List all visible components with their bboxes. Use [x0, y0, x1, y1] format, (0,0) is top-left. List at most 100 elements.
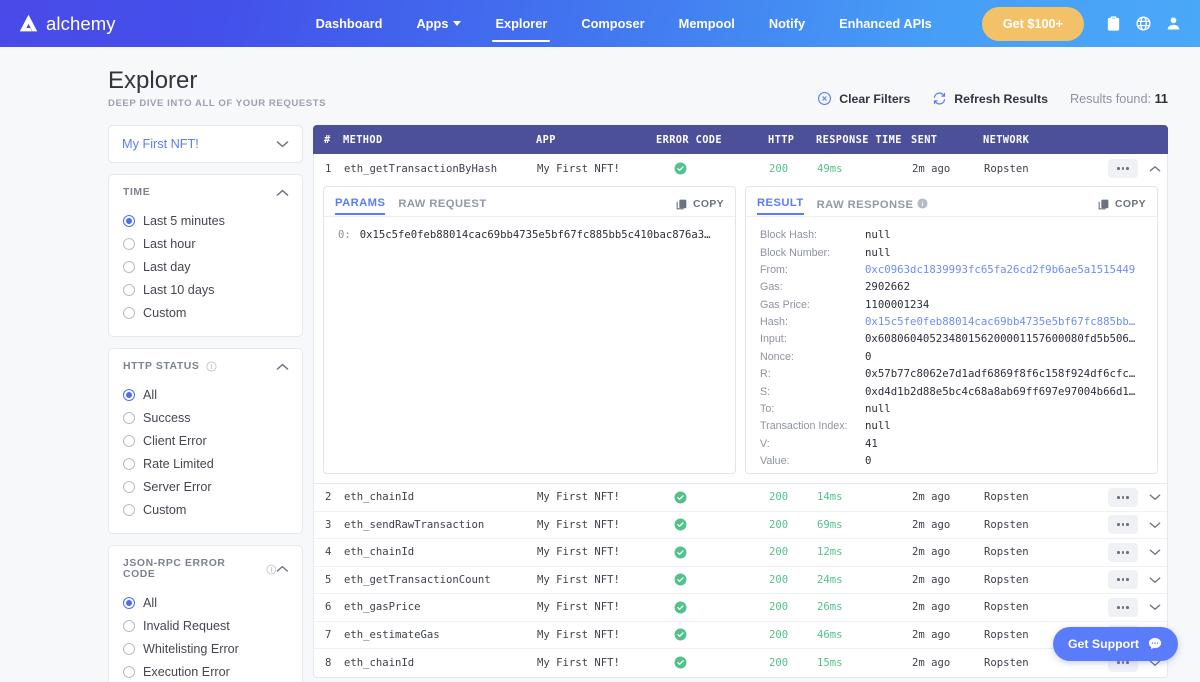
nav-link-enhanced-apis[interactable]: Enhanced APIs: [822, 0, 949, 47]
row-method: eth_chainId: [344, 657, 537, 669]
field-value-link[interactable]: 0x15c5fe0feb88014cac69bb4735e5bf67fc885b…: [865, 315, 1145, 328]
table-row[interactable]: 5 eth_getTransactionCount My First NFT! …: [314, 567, 1167, 595]
page-title-block: Explorer DEEP DIVE INTO ALL OF YOUR REQU…: [108, 68, 817, 109]
row-more-menu-button[interactable]: [1108, 570, 1138, 589]
response-field-r: R:0x57b77c8062e7d1adf6869f8f6c158f924df6…: [760, 365, 1145, 382]
col-header-app: APP: [536, 134, 656, 146]
filter-option-client-error[interactable]: Client Error: [123, 429, 302, 452]
filter-option-success[interactable]: Success: [123, 406, 302, 429]
tab-result[interactable]: RESULT: [757, 197, 804, 215]
chevron-up-icon: [276, 363, 289, 371]
refresh-results-button[interactable]: Refresh Results: [932, 91, 1048, 106]
brand-logo[interactable]: alchemy: [18, 13, 116, 35]
app-selector-label: My First NFT!: [122, 137, 199, 151]
close-circle-icon: [817, 91, 832, 106]
table-row[interactable]: 3 eth_sendRawTransaction My First NFT! 2…: [314, 512, 1167, 540]
row-expand-button[interactable]: [1145, 487, 1165, 507]
table-row[interactable]: 2 eth_chainId My First NFT! 200 14ms 2m …: [314, 484, 1167, 512]
field-key: To:: [760, 403, 865, 415]
row-app: My First NFT!: [537, 657, 657, 669]
user-icon[interactable]: [1158, 9, 1188, 39]
field-key: From:: [760, 264, 865, 276]
row-expand-button[interactable]: [1145, 515, 1165, 535]
radio-icon: [123, 238, 135, 250]
row-more-menu-button[interactable]: [1108, 488, 1138, 507]
filter-option-last-10-days[interactable]: Last 10 days: [123, 278, 302, 301]
field-key: Gas:: [760, 281, 865, 293]
tab-raw-request[interactable]: RAW REQUEST: [398, 198, 486, 214]
filter-header-jsonrpc-error-code[interactable]: JSON-RPC ERROR CODE: [109, 546, 302, 589]
row-collapse-button[interactable]: [1145, 159, 1165, 179]
row-http: 200: [769, 629, 817, 641]
app-selector[interactable]: My First NFT!: [109, 126, 302, 162]
clear-filters-button[interactable]: Clear Filters: [817, 91, 910, 106]
row-more-menu-button[interactable]: [1108, 598, 1138, 617]
filter-option-server-error[interactable]: Server Error: [123, 475, 302, 498]
chevron-down-icon: [276, 140, 289, 148]
copy-request-label: COPY: [693, 199, 724, 210]
row-index: 1: [314, 163, 344, 175]
field-value: 41: [865, 437, 1145, 450]
copy-response-button[interactable]: COPY: [1097, 198, 1146, 215]
filter-option-rate-limited[interactable]: Rate Limited: [123, 452, 302, 475]
row-more-menu-button[interactable]: [1108, 543, 1138, 562]
check-circle-icon: [674, 546, 687, 559]
nav-link-explorer[interactable]: Explorer: [478, 0, 564, 47]
row-sent: 2m ago: [912, 163, 984, 175]
filter-option-custom-time[interactable]: Custom: [123, 301, 302, 324]
info-icon[interactable]: [266, 564, 277, 575]
filter-option-whitelisting-error[interactable]: Whitelisting Error: [123, 637, 302, 660]
clipboard-icon[interactable]: [1098, 9, 1128, 39]
info-icon[interactable]: [206, 361, 217, 372]
dot-icon: [1122, 606, 1125, 609]
nav-link-dashboard[interactable]: Dashboard: [299, 0, 400, 47]
row-http: 200: [769, 491, 817, 503]
nav-link-composer[interactable]: Composer: [564, 0, 661, 47]
field-value: null: [865, 228, 1145, 241]
filter-option-custom-http[interactable]: Custom: [123, 498, 302, 521]
get-support-label: Get Support: [1068, 637, 1139, 651]
response-panel: RESULT RAW RESPONSE COPY Block Hash:null: [745, 186, 1158, 474]
nav-link-apps[interactable]: Apps: [399, 0, 478, 47]
filter-option-last-day[interactable]: Last day: [123, 255, 302, 278]
row-expand-button[interactable]: [1145, 570, 1165, 590]
row-index: 3: [314, 519, 344, 531]
filter-option-all-http[interactable]: All: [123, 383, 302, 406]
row-network: Ropsten: [984, 163, 1066, 175]
get-credit-button[interactable]: Get $100+: [982, 7, 1084, 41]
field-key: Value:: [760, 455, 865, 467]
field-value: null: [865, 419, 1145, 432]
table-row[interactable]: 8 eth_chainId My First NFT! 200 15ms 2m …: [314, 649, 1167, 677]
table-row[interactable]: 1 eth_getTransactionByHash My First NFT!…: [314, 154, 1167, 183]
filter-option-all-rpc[interactable]: All: [123, 591, 302, 614]
table-row[interactable]: 6 eth_gasPrice My First NFT! 200 26ms 2m…: [314, 594, 1167, 622]
row-http: 200: [769, 546, 817, 558]
nav-link-mempool[interactable]: Mempool: [662, 0, 752, 47]
field-value: 2902662: [865, 280, 1145, 293]
radio-icon: [123, 458, 135, 470]
table-row[interactable]: 4 eth_chainId My First NFT! 200 12ms 2m …: [314, 539, 1167, 567]
filter-header-time[interactable]: TIME: [109, 175, 302, 207]
radio-icon: [123, 284, 135, 296]
filter-header-http-status[interactable]: HTTP STATUS: [109, 349, 302, 381]
row-expand-button[interactable]: [1145, 542, 1165, 562]
nav-links: Dashboard Apps Explorer Composer Mempool…: [299, 0, 949, 47]
row-status-badge: [657, 628, 769, 641]
tab-params[interactable]: PARAMS: [335, 197, 385, 215]
table-row[interactable]: 7 eth_estimateGas My First NFT! 200 46ms…: [314, 622, 1167, 650]
globe-icon[interactable]: [1128, 9, 1158, 39]
field-value-link[interactable]: 0xc0963dc1839993fc65fa26cd2f9b6ae5a15154…: [865, 263, 1145, 276]
filter-option-last-hour[interactable]: Last hour: [123, 232, 302, 255]
row-expand-button[interactable]: [1145, 597, 1165, 617]
get-support-button[interactable]: Get Support: [1053, 627, 1178, 661]
copy-request-button[interactable]: COPY: [675, 198, 724, 215]
filter-option-execution-error[interactable]: Execution Error: [123, 660, 302, 682]
info-icon[interactable]: [917, 198, 928, 209]
row-more-menu-button[interactable]: [1108, 159, 1138, 178]
filter-option-last-5-minutes[interactable]: Last 5 minutes: [123, 209, 302, 232]
nav-link-notify[interactable]: Notify: [752, 0, 822, 47]
filter-option-invalid-request[interactable]: Invalid Request: [123, 614, 302, 637]
row-detail-panel: PARAMS RAW REQUEST COPY 0: 0x15c5fe0feb8…: [314, 183, 1167, 484]
row-more-menu-button[interactable]: [1108, 515, 1138, 534]
tab-raw-response[interactable]: RAW RESPONSE: [817, 197, 930, 215]
